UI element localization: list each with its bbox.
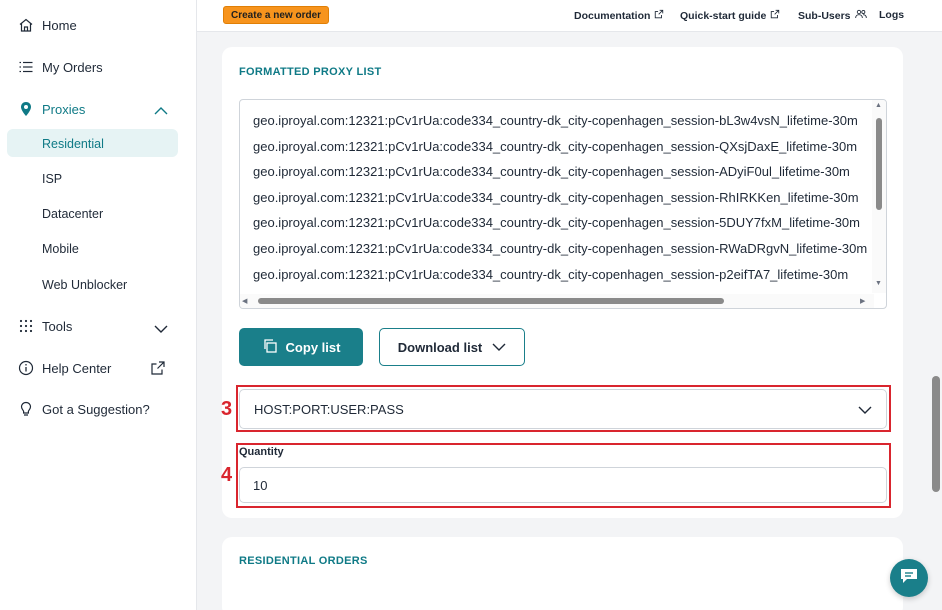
sidebar-item-mobile[interactable]: Mobile	[42, 242, 79, 256]
subusers-label: Sub-Users	[798, 9, 851, 22]
scroll-down-arrow-icon[interactable]: ▼	[875, 280, 882, 287]
sidebar: Home My Orders Proxies Residential ISP D…	[0, 0, 197, 610]
grid-dots-icon	[18, 318, 34, 334]
nav-help-center-label: Help Center	[42, 360, 112, 376]
vertical-scroll-thumb[interactable]	[876, 118, 882, 210]
external-link-icon[interactable]	[150, 360, 166, 381]
proxy-line: geo.iproyal.com:12321:pCv1rUa:code334_co…	[253, 164, 850, 180]
proxy-line: geo.iproyal.com:12321:pCv1rUa:code334_co…	[253, 266, 849, 282]
info-icon	[18, 360, 34, 376]
download-list-button[interactable]: Download list	[379, 328, 525, 366]
scroll-left-arrow-icon[interactable]: ◀	[242, 297, 247, 305]
proxy-line: geo.iproyal.com:12321:pCv1rUa:code334_co…	[253, 113, 858, 128]
subusers-link[interactable]: Sub-Users	[798, 9, 867, 22]
quickstart-link[interactable]: Quick-start guide	[680, 9, 780, 22]
chat-button[interactable]	[890, 559, 928, 597]
proxy-line: geo.iproyal.com:12321:pCv1rUa:code334_co…	[253, 138, 858, 154]
annotation-number-4: 4	[221, 464, 233, 486]
nav-home-label: Home	[42, 17, 77, 33]
copy-list-label: Copy list	[285, 339, 341, 355]
residential-orders-card: RESIDENTIAL ORDERS	[222, 537, 903, 610]
logs-link[interactable]: Logs	[879, 9, 904, 21]
copy-list-button[interactable]: Copy list	[239, 328, 363, 366]
scroll-up-arrow-icon[interactable]: ▲	[875, 102, 882, 109]
top-bar: Create a new order Documentation Quick-s…	[197, 0, 942, 32]
chevron-down-icon	[492, 340, 506, 355]
download-list-label: Download list	[397, 339, 483, 355]
nav-tools-label: Tools	[42, 318, 73, 334]
proxy-list-title: FORMATTED PROXY LIST	[239, 66, 382, 78]
proxy-line: geo.iproyal.com:12321:pCv1rUa:code334_co…	[253, 240, 868, 256]
nav-my-orders[interactable]: My Orders	[18, 59, 103, 75]
nav-tools[interactable]: Tools	[18, 318, 72, 334]
proxy-list-textarea[interactable]: geo.iproyal.com:12321:pCv1rUa:code334_co…	[239, 99, 887, 309]
page-scroll-thumb[interactable]	[932, 376, 940, 492]
nav-suggestion-label: Got a Suggestion?	[42, 401, 150, 417]
page-scrollbar[interactable]	[930, 32, 942, 610]
proxy-line: geo.iproyal.com:12321:pCv1rUa:code334_co…	[253, 189, 859, 205]
proxy-line: geo.iproyal.com:12321:pCv1rUa:code334_co…	[253, 215, 860, 231]
documentation-label: Documentation	[574, 9, 651, 22]
lightbulb-icon	[18, 401, 34, 417]
residential-orders-title: RESIDENTIAL ORDERS	[239, 555, 368, 567]
chevron-down-icon[interactable]	[154, 321, 168, 339]
sidebar-item-isp[interactable]: ISP	[42, 172, 62, 186]
vertical-scrollbar[interactable]: ▲ ▼	[872, 100, 886, 293]
users-icon	[854, 9, 867, 22]
sidebar-item-web-unblocker[interactable]: Web Unblocker	[42, 278, 127, 292]
nav-my-orders-label: My Orders	[42, 59, 103, 75]
annotation-box-quantity	[236, 443, 891, 508]
horizontal-scroll-thumb[interactable]	[258, 298, 724, 304]
list-icon	[18, 59, 34, 75]
sidebar-item-residential[interactable]: Residential	[7, 129, 178, 157]
nav-help-center[interactable]: Help Center	[18, 360, 111, 376]
horizontal-scrollbar[interactable]: ◀ ▶	[240, 294, 874, 308]
copy-icon	[262, 338, 278, 357]
proxy-lines: geo.iproyal.com:12321:pCv1rUa:code334_co…	[253, 108, 873, 308]
sidebar-item-datacenter[interactable]: Datacenter	[42, 207, 103, 221]
annotation-box-format	[236, 385, 891, 432]
nav-suggestion[interactable]: Got a Suggestion?	[18, 401, 150, 417]
external-link-icon	[654, 9, 664, 22]
nav-proxies[interactable]: Proxies	[18, 101, 168, 117]
documentation-link[interactable]: Documentation	[574, 9, 664, 22]
location-pin-icon	[18, 101, 34, 117]
nav-proxies-label: Proxies	[42, 101, 86, 117]
external-link-icon	[770, 9, 780, 22]
nav-home[interactable]: Home	[18, 17, 77, 33]
annotation-number-3: 3	[221, 398, 233, 420]
sidebar-item-residential-label: Residential	[42, 137, 104, 151]
scroll-right-arrow-icon[interactable]: ▶	[860, 297, 865, 305]
create-order-button[interactable]: Create a new order	[223, 6, 330, 24]
chat-icon	[899, 567, 919, 590]
home-icon	[18, 17, 34, 33]
chevron-up-icon[interactable]	[154, 103, 168, 121]
quickstart-label: Quick-start guide	[680, 9, 767, 22]
